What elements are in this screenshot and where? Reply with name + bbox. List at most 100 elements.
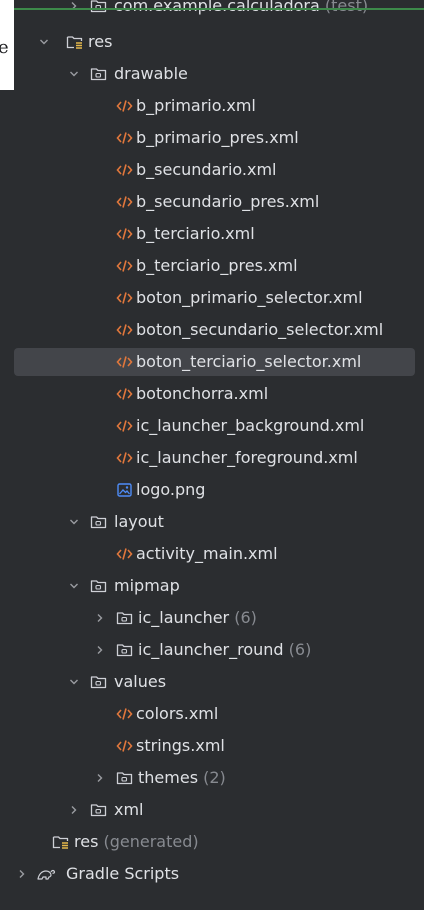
- item-name: boton_primario_selector.xml: [136, 288, 363, 307]
- tree-item-gradle-scripts[interactable]: Gradle Scripts: [14, 860, 424, 888]
- chevron-down-icon[interactable]: [68, 68, 80, 80]
- tree-item-label: res (generated): [74, 832, 199, 852]
- tree-item-activity-main-xml[interactable]: activity_main.xml: [14, 540, 424, 568]
- xml-file-icon: [116, 738, 133, 754]
- tree-item-b-secundario-xml[interactable]: b_secundario.xml: [14, 156, 424, 184]
- tree-item-label: values: [114, 672, 166, 692]
- folder-icon: [90, 66, 107, 82]
- folder-icon: [90, 802, 107, 818]
- xml-file-icon: [116, 290, 133, 306]
- item-count-hint: (6): [283, 640, 312, 659]
- item-name: b_terciario_pres.xml: [136, 256, 298, 275]
- chevron-down-icon[interactable]: [68, 516, 80, 528]
- tree-item-botonchorra-xml[interactable]: botonchorra.xml: [14, 380, 424, 408]
- tree-item-colors-xml[interactable]: colors.xml: [14, 700, 424, 728]
- item-name: mipmap: [114, 576, 180, 595]
- tree-item-b-primario-pres-xml[interactable]: b_primario_pres.xml: [14, 124, 424, 152]
- tree-item-ic-launcher-6[interactable]: ic_launcher (6): [14, 604, 424, 632]
- chevron-down-icon[interactable]: [68, 580, 80, 592]
- resource-folder-icon: [52, 834, 69, 850]
- tree-item-values[interactable]: values: [14, 668, 424, 696]
- item-name: colors.xml: [136, 704, 219, 723]
- resource-folder-icon: [66, 34, 83, 50]
- item-name: b_secundario_pres.xml: [136, 192, 320, 211]
- tree-item-ic-launcher-foreground-xml[interactable]: ic_launcher_foreground.xml: [14, 444, 424, 472]
- tree-item-b-primario-xml[interactable]: b_primario.xml: [14, 92, 424, 120]
- tree-item-label: themes (2): [138, 768, 226, 788]
- tree-item-com-example-calculadora-test[interactable]: com.example.calculadora (test): [14, 0, 424, 20]
- tree-item-label: ic_launcher_round (6): [138, 640, 311, 660]
- edge-text-fragment: e: [0, 37, 9, 58]
- project-tree-panel: com.example.calculadora (test)resdrawabl…: [0, 0, 424, 910]
- xml-file-icon: [116, 418, 133, 434]
- item-name: b_secundario.xml: [136, 160, 277, 179]
- chevron-right-icon[interactable]: [68, 804, 80, 816]
- tree-item-ic-launcher-background-xml[interactable]: ic_launcher_background.xml: [14, 412, 424, 440]
- item-name: botonchorra.xml: [136, 384, 269, 403]
- folder-icon: [90, 578, 107, 594]
- xml-file-icon: [116, 450, 133, 466]
- tree-item-label: colors.xml: [136, 704, 218, 724]
- item-name: activity_main.xml: [136, 544, 278, 563]
- tree-item-label: boton_primario_selector.xml: [136, 288, 363, 308]
- tree-item-b-terciario-xml[interactable]: b_terciario.xml: [14, 220, 424, 248]
- tree-item-mipmap[interactable]: mipmap: [14, 572, 424, 600]
- tree-item-b-terciario-pres-xml[interactable]: b_terciario_pres.xml: [14, 252, 424, 280]
- top-divider: [14, 8, 424, 10]
- chevron-right-icon[interactable]: [16, 868, 28, 880]
- tree-item-res[interactable]: res: [14, 28, 424, 56]
- item-name: drawable: [114, 64, 188, 83]
- xml-file-icon: [116, 546, 133, 562]
- tree-item-label: b_terciario.xml: [136, 224, 255, 244]
- left-window-edge: e: [0, 0, 14, 90]
- tree-item-xml[interactable]: xml: [14, 796, 424, 824]
- item-name: ic_launcher_round: [138, 640, 284, 659]
- xml-file-icon: [116, 194, 133, 210]
- tree-item-label: xml: [114, 800, 144, 820]
- xml-file-icon: [116, 98, 133, 114]
- tree-item-boton-terciario-selector-xml[interactable]: boton_terciario_selector.xml: [14, 348, 415, 376]
- tree-item-label: boton_terciario_selector.xml: [136, 352, 361, 372]
- chevron-down-icon[interactable]: [38, 36, 50, 48]
- tree-item-label: logo.png: [136, 480, 205, 500]
- chevron-right-icon[interactable]: [94, 772, 106, 784]
- item-name: b_primario.xml: [136, 96, 256, 115]
- item-name: Gradle Scripts: [66, 864, 180, 883]
- tree-item-label: ic_launcher (6): [138, 608, 257, 628]
- item-name: boton_terciario_selector.xml: [136, 352, 362, 371]
- chevron-right-icon[interactable]: [94, 644, 106, 656]
- xml-file-icon: [116, 706, 133, 722]
- tree-item-label: strings.xml: [136, 736, 225, 756]
- tree-item-boton-primario-selector-xml[interactable]: boton_primario_selector.xml: [14, 284, 424, 312]
- tree-item-themes-2[interactable]: themes (2): [14, 764, 424, 792]
- item-count-hint: (2): [198, 768, 226, 787]
- xml-file-icon: [116, 354, 133, 370]
- chevron-down-icon[interactable]: [68, 676, 80, 688]
- item-count-hint: (generated): [98, 832, 199, 851]
- item-name: layout: [114, 512, 164, 531]
- item-name: res: [74, 832, 99, 851]
- tree-item-b-secundario-pres-xml[interactable]: b_secundario_pres.xml: [14, 188, 424, 216]
- chevron-right-icon[interactable]: [94, 612, 106, 624]
- folder-icon: [116, 642, 133, 658]
- tree-item-label: ic_launcher_background.xml: [136, 416, 364, 436]
- chevron-right-icon[interactable]: [68, 0, 80, 12]
- tree-item-ic-launcher-round-6[interactable]: ic_launcher_round (6): [14, 636, 424, 664]
- item-count-hint: (6): [229, 608, 257, 627]
- tree-item-label: botonchorra.xml: [136, 384, 268, 404]
- tree-item-boton-secundario-selector-xml[interactable]: boton_secundario_selector.xml: [14, 316, 424, 344]
- item-name: logo.png: [136, 480, 206, 499]
- tree-item-strings-xml[interactable]: strings.xml: [14, 732, 424, 760]
- item-name: res: [88, 32, 113, 51]
- tree-item-layout[interactable]: layout: [14, 508, 424, 536]
- item-name: xml: [114, 800, 144, 819]
- item-name: themes: [138, 768, 199, 787]
- item-name: boton_secundario_selector.xml: [136, 320, 384, 339]
- tree-item-drawable[interactable]: drawable: [14, 60, 424, 88]
- tree-item-logo-png[interactable]: logo.png: [14, 476, 424, 504]
- tree-item-label: b_primario_pres.xml: [136, 128, 299, 148]
- folder-icon: [90, 514, 107, 530]
- tree-item-res-generated[interactable]: res (generated): [14, 828, 424, 856]
- folder-icon: [90, 674, 107, 690]
- tree-item-label: activity_main.xml: [136, 544, 278, 564]
